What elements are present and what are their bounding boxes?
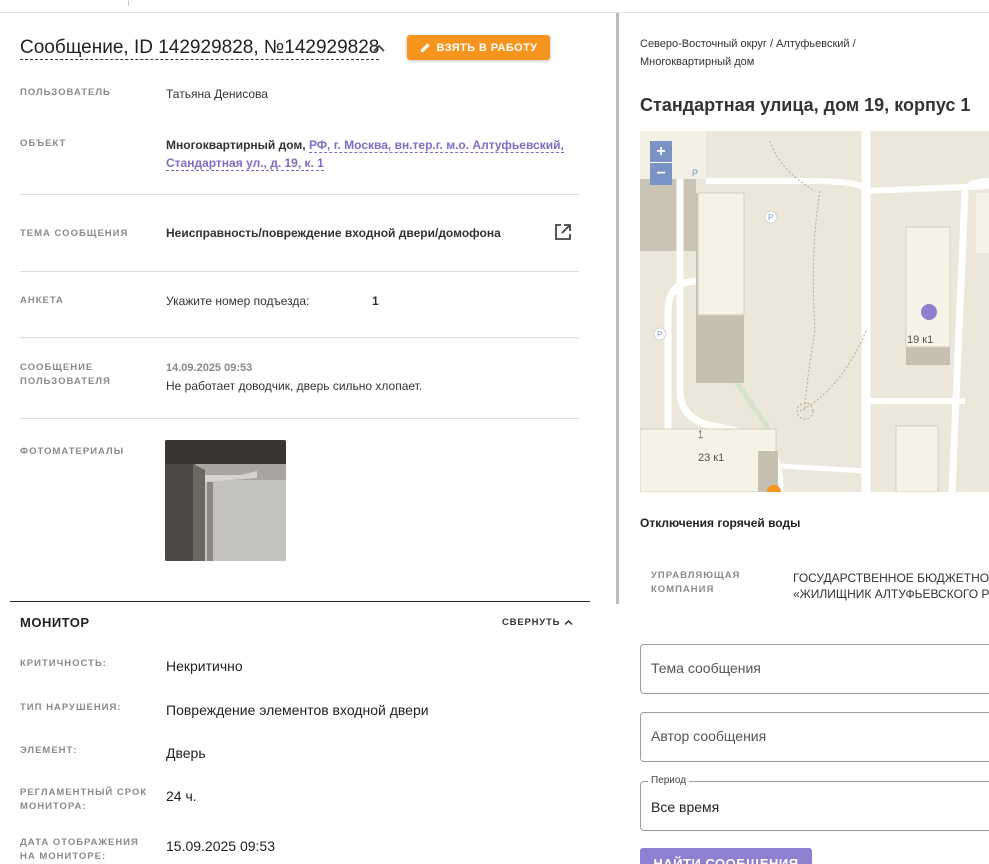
object-address-link-2[interactable]: Стандартная ул., д. 19, к. 1 bbox=[166, 156, 324, 171]
period-legend: Период bbox=[648, 775, 690, 786]
map[interactable]: 19 к1 23 к1 P P P ⥠ + − bbox=[640, 131, 989, 492]
display-date-label: ДАТА ОТОБРАЖЕНИЯ НА МОНИТОРЕ: bbox=[20, 837, 139, 862]
user-label: ПОЛЬЗОВАТЕЛЬ bbox=[20, 87, 111, 98]
zoom-controls: + − bbox=[650, 141, 672, 185]
object-type: Многоквартирный дом, bbox=[166, 138, 306, 152]
user-value: Татьяна Денисова bbox=[166, 87, 268, 101]
chevron-up-icon bbox=[564, 619, 573, 626]
parking-icon: P bbox=[657, 330, 662, 339]
collapse-label: СВЕРНУТЬ bbox=[502, 617, 561, 628]
topic-label: ТЕМА СООБЩЕНИЯ bbox=[20, 228, 129, 239]
period-select[interactable]: Период Все время bbox=[640, 775, 989, 831]
map-canvas[interactable]: 19 к1 23 к1 P P P ⥠ bbox=[640, 131, 989, 492]
chevron-up-icon[interactable] bbox=[372, 43, 386, 53]
author-field[interactable] bbox=[640, 712, 989, 762]
hot-water-outages[interactable]: Отключения горячей воды bbox=[640, 516, 800, 530]
survey-question: Укажите номер подъезда: bbox=[166, 294, 310, 308]
top-bar-separator bbox=[128, 0, 129, 6]
photo-thumbnail[interactable] bbox=[165, 440, 286, 561]
address-title: Стандартная улица, дом 19, корпус 1 bbox=[640, 95, 971, 115]
period-value: Все время bbox=[651, 799, 720, 815]
divider bbox=[20, 194, 579, 195]
monitor-divider bbox=[10, 601, 590, 602]
divider bbox=[20, 418, 579, 419]
object-panel: Северо-Восточный округ / Алтуфьевский / … bbox=[620, 13, 989, 864]
management-company-value: ГОСУДАРСТВЕННОЕ БЮДЖЕТНОЕ «ЖИЛИЩНИК АЛТУ… bbox=[793, 571, 989, 601]
criticality-label: КРИТИЧНОСТЬ: bbox=[20, 658, 107, 669]
divider bbox=[20, 337, 579, 338]
zoom-in-button[interactable]: + bbox=[650, 141, 672, 163]
element-label: ЭЛЕМЕНТ: bbox=[20, 745, 78, 756]
violation-type-label: ТИП НАРУШЕНИЯ: bbox=[20, 702, 122, 713]
deadline-value: 24 ч. bbox=[166, 788, 197, 804]
breadcrumb: Северо-Восточный округ / Алтуфьевский / … bbox=[640, 38, 856, 68]
pencil-icon bbox=[420, 43, 430, 53]
author-input[interactable] bbox=[651, 728, 981, 744]
survey-label: АНКЕТА bbox=[20, 295, 64, 306]
map-label-house: 19 к1 bbox=[907, 334, 933, 346]
survey-answer: 1 bbox=[372, 294, 379, 308]
management-company-label: УПРАВЛЯЮЩАЯ КОМПАНИЯ bbox=[651, 570, 741, 595]
find-messages-button[interactable]: НАЙТИ СООБЩЕНИЯ bbox=[640, 848, 812, 864]
object-label: ОБЪЕКТ bbox=[20, 138, 67, 149]
user-message-label: СООБЩЕНИЕ ПОЛЬЗОВАТЕЛЯ bbox=[20, 362, 111, 387]
svg-text:⥠: ⥠ bbox=[697, 429, 703, 441]
display-date-value: 15.09.2025 09:53 bbox=[166, 838, 275, 854]
monitor-title: МОНИТОР bbox=[20, 615, 90, 630]
photos-label: ФОТОМАТЕРИАЛЫ bbox=[20, 446, 125, 457]
external-link-icon[interactable] bbox=[553, 222, 573, 242]
parking-icon: P bbox=[692, 168, 698, 178]
zoom-out-button[interactable]: − bbox=[650, 163, 672, 185]
object-address-link[interactable]: РФ, г. Москва, вн.тер.г. м.о. Алтуфьевск… bbox=[308, 138, 564, 153]
topic-value: Неисправность/повреждение входной двери/… bbox=[166, 226, 501, 240]
topic-input[interactable] bbox=[651, 660, 981, 676]
deadline-label: РЕГЛАМЕНТНЫЙ СРОК МОНИТОРА: bbox=[20, 787, 148, 812]
object-value: Многоквартирный дом, РФ, г. Москва, вн.т… bbox=[166, 136, 576, 172]
location-marker[interactable] bbox=[921, 304, 937, 320]
panel-splitter[interactable] bbox=[616, 13, 619, 604]
top-bar bbox=[0, 0, 989, 13]
take-to-work-label: ВЗЯТЬ В РАБОТУ bbox=[436, 41, 538, 54]
violation-type-value: Повреждение элементов входной двери bbox=[166, 702, 429, 718]
divider bbox=[20, 271, 579, 272]
message-panel: Сообщение, ID 142929828, №142929828 ВЗЯТ… bbox=[0, 13, 616, 864]
collapse-button[interactable]: СВЕРНУТЬ bbox=[502, 617, 573, 628]
criticality-value: Некритично bbox=[166, 658, 243, 674]
take-to-work-button[interactable]: ВЗЯТЬ В РАБОТУ bbox=[407, 35, 550, 60]
user-message-date: 14.09.2025 09:53 bbox=[166, 362, 253, 374]
user-message-text: Не работает доводчик, дверь сильно хлопа… bbox=[166, 379, 423, 393]
map-label-house2: 23 к1 bbox=[698, 452, 724, 464]
topic-field[interactable] bbox=[640, 644, 989, 694]
element-value: Дверь bbox=[166, 745, 206, 761]
message-title[interactable]: Сообщение, ID 142929828, №142929828 bbox=[20, 37, 380, 60]
parking-icon: P bbox=[768, 213, 773, 222]
